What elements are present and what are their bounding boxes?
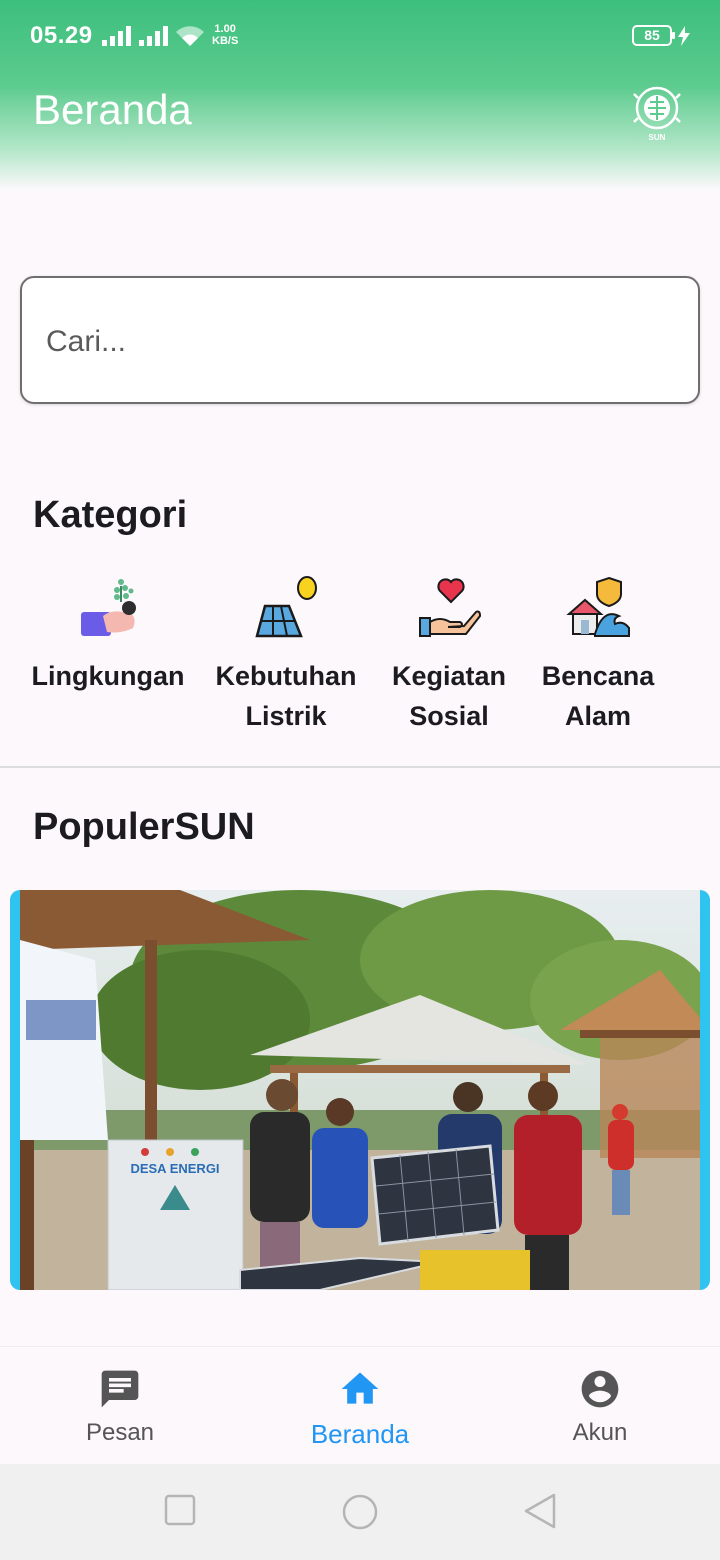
- net-speed-value: 1.00: [214, 23, 236, 35]
- sun-logo-icon: SUN: [633, 86, 681, 142]
- flood-house-icon: [566, 576, 630, 637]
- status-time: 05.29: [30, 22, 93, 49]
- nav-label: Pesan: [85, 1419, 155, 1446]
- home-icon: [341, 1372, 379, 1404]
- wifi-icon: [175, 24, 205, 48]
- solar-panel-icon: [255, 576, 317, 638]
- nav-item-akun[interactable]: Akun: [480, 1347, 720, 1465]
- app-header: 05.29 1.00 KB/S 85 Beranda SUN: [0, 0, 720, 190]
- logo-text: SUN: [649, 133, 666, 142]
- back-triangle-icon: [524, 1493, 556, 1529]
- bottom-navigation: Pesan Beranda Akun: [0, 1346, 720, 1464]
- section-divider: [0, 766, 720, 768]
- net-speed-unit: KB/S: [212, 35, 239, 47]
- category-lingkungan[interactable]: Lingkungan: [20, 572, 196, 696]
- net-speed: 1.00 KB/S: [212, 23, 238, 47]
- heart-hand-icon: [419, 578, 482, 637]
- circle-icon: [342, 1494, 378, 1530]
- system-navigation-bar: [0, 1464, 720, 1560]
- category-section-title: Kategori: [33, 494, 188, 536]
- signal-icon-2: [139, 26, 169, 46]
- recent-apps-button[interactable]: [164, 1494, 196, 1531]
- plant-hand-icon: [81, 579, 136, 636]
- back-button[interactable]: [522, 1492, 558, 1535]
- popular-banner[interactable]: DESA ENERGI: [10, 890, 710, 1290]
- nav-label: Beranda: [310, 1419, 410, 1449]
- category-bencana-alam[interactable]: Bencana Alam: [510, 572, 686, 736]
- popular-section-title: PopulerSUN: [33, 806, 255, 848]
- home-system-button[interactable]: [341, 1493, 379, 1536]
- search-input[interactable]: [46, 318, 666, 366]
- category-kebutuhan-listrik[interactable]: Kebutuhan Listrik: [198, 572, 374, 736]
- square-icon: [164, 1494, 196, 1526]
- account-icon: [581, 1370, 619, 1408]
- status-bar: 05.29 1.00 KB/S 85: [0, 0, 720, 72]
- charging-icon: [677, 26, 691, 51]
- page-title: Beranda: [33, 86, 192, 133]
- battery-indicator: 85: [632, 25, 675, 46]
- category-label: Lingkungan: [31, 661, 185, 691]
- nav-item-beranda[interactable]: Beranda: [240, 1347, 480, 1465]
- sun-logo: SUN: [630, 84, 684, 142]
- nav-label: Akun: [572, 1419, 628, 1446]
- banner-sign-text: DESA ENERGI: [130, 1161, 219, 1176]
- category-label: Kebutuhan Listrik: [215, 661, 357, 731]
- nav-item-pesan[interactable]: Pesan: [0, 1347, 240, 1465]
- popular-banner-photo: DESA ENERGI: [20, 890, 700, 1290]
- search-box[interactable]: [20, 276, 700, 404]
- message-icon: [101, 1370, 139, 1408]
- signal-icon: [102, 26, 132, 46]
- category-label: Bencana Alam: [541, 661, 655, 731]
